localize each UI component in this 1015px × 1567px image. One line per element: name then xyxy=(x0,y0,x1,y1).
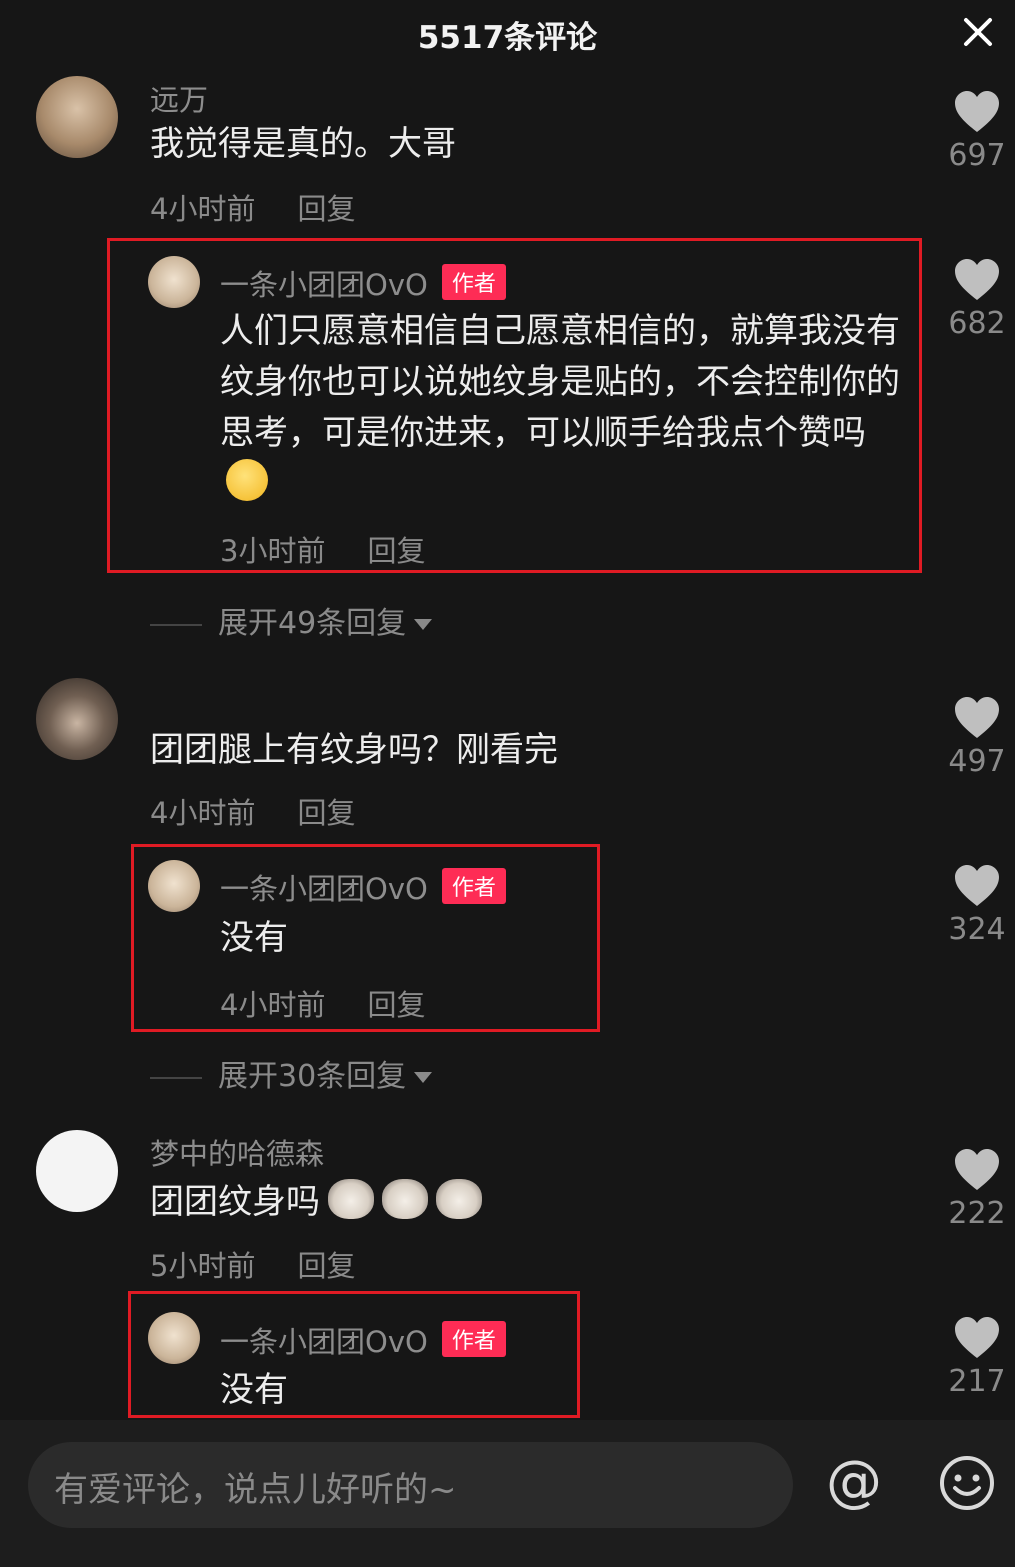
comment-time: 4小时前 xyxy=(150,192,256,226)
heart-icon xyxy=(955,259,999,300)
like-count: 497 xyxy=(948,744,1006,779)
heart-icon xyxy=(955,91,999,132)
comment-text: 团团纹身吗 xyxy=(150,1182,320,1222)
caret-down-icon xyxy=(414,619,433,630)
expand-replies-button[interactable]: 展开30条回复 xyxy=(150,1051,433,1095)
like-count: 682 xyxy=(948,306,1006,341)
heart-icon xyxy=(955,697,999,738)
comment-username[interactable]: 梦中的哈德森 xyxy=(150,1131,324,1173)
comment-text: 团团腿上有纹身吗？刚看完 xyxy=(150,730,558,770)
reply-header: 一条小团团OvO 作者 xyxy=(220,262,506,304)
comment-meta: 4小时前 回复 xyxy=(150,186,355,228)
avatar[interactable] xyxy=(36,1130,118,1212)
close-button[interactable] xyxy=(960,14,996,50)
like-count: 324 xyxy=(948,912,1006,947)
comment-meta: 4小时前 回复 xyxy=(150,790,355,832)
reply-button[interactable]: 回复 xyxy=(367,988,425,1022)
comment-meta: 5小时前 回复 xyxy=(150,1243,355,1285)
reply-header: 一条小团团OvO 作者 xyxy=(220,866,506,908)
reply-meta: 3小时前 回复 xyxy=(220,528,425,570)
heart-icon xyxy=(955,865,999,906)
avatar[interactable] xyxy=(36,678,118,760)
like-count: 217 xyxy=(948,1364,1006,1399)
comment-input-bar: 有爱评论，说点儿好听的~ @ xyxy=(0,1420,1015,1567)
author-username[interactable]: 一条小团团OvO xyxy=(220,872,428,906)
reply-meta: 4小时前 回复 xyxy=(220,982,425,1024)
author-avatar[interactable] xyxy=(148,860,200,912)
reply-button[interactable]: 回复 xyxy=(297,192,355,226)
comment-text: 我觉得是真的。大哥 xyxy=(150,124,456,164)
like-count: 222 xyxy=(948,1196,1006,1231)
comment-username[interactable]: 远万 xyxy=(150,77,208,119)
emoji-button[interactable] xyxy=(938,1454,996,1512)
like-button[interactable]: 217 xyxy=(942,1316,1012,1399)
close-icon xyxy=(964,18,992,46)
expand-replies-label: 展开49条回复 xyxy=(218,606,407,641)
like-button[interactable]: 682 xyxy=(942,258,1012,341)
expand-replies-button[interactable]: 展开49条回复 xyxy=(150,598,433,642)
like-button[interactable]: 697 xyxy=(942,90,1012,173)
smile-emoji-icon xyxy=(226,459,268,501)
cat-emoji-icon xyxy=(382,1179,428,1219)
reply-time: 3小时前 xyxy=(220,534,326,568)
cat-emoji-icon xyxy=(436,1179,482,1219)
cat-emoji-icon xyxy=(328,1179,374,1219)
reply-button[interactable]: 回复 xyxy=(297,1249,355,1283)
reply-text: 人们只愿意相信自己愿意相信的，就算我没有纹身你也可以说她纹身是贴的，不会控制你的… xyxy=(220,311,900,453)
comment-input-placeholder: 有爱评论，说点儿好听的~ xyxy=(54,1470,457,1510)
divider-line xyxy=(150,623,202,626)
heart-icon xyxy=(955,1317,999,1358)
reply-text: 没有 xyxy=(220,918,288,958)
at-icon: @ xyxy=(826,1449,882,1514)
comment-time: 4小时前 xyxy=(150,796,256,830)
like-button[interactable]: 324 xyxy=(942,864,1012,947)
mention-button[interactable]: @ xyxy=(826,1452,882,1512)
heart-icon xyxy=(955,1149,999,1190)
reply-header: 一条小团团OvO 作者 xyxy=(220,1319,506,1361)
like-button[interactable]: 222 xyxy=(942,1148,1012,1231)
caret-down-icon xyxy=(414,1072,433,1083)
comment-panel: 5517条评论 远万 我觉得是真的。大哥 4小时前 回复 697 一条小团团OvO… xyxy=(0,0,1015,1567)
author-username[interactable]: 一条小团团OvO xyxy=(220,268,428,302)
like-count: 697 xyxy=(948,138,1006,173)
author-badge: 作者 xyxy=(441,868,506,904)
reply-button[interactable]: 回复 xyxy=(297,796,355,830)
reply-button[interactable]: 回复 xyxy=(367,534,425,568)
reply-time: 4小时前 xyxy=(220,988,326,1022)
expand-replies-label: 展开30条回复 xyxy=(218,1059,407,1094)
avatar[interactable] xyxy=(36,76,118,158)
comment-text-block: 团团纹身吗 xyxy=(150,1176,482,1228)
reply-text: 没有 xyxy=(220,1370,288,1410)
divider-line xyxy=(150,1076,202,1079)
comment-time: 5小时前 xyxy=(150,1249,256,1283)
comment-input[interactable]: 有爱评论，说点儿好听的~ xyxy=(28,1442,793,1528)
like-button[interactable]: 497 xyxy=(942,696,1012,779)
reply-text-block: 人们只愿意相信自己愿意相信的，就算我没有纹身你也可以说她纹身是贴的，不会控制你的… xyxy=(220,306,905,510)
author-avatar[interactable] xyxy=(148,1312,200,1364)
author-badge: 作者 xyxy=(441,1321,506,1357)
author-username[interactable]: 一条小团团OvO xyxy=(220,1325,428,1359)
comment-count-title: 5517条评论 xyxy=(417,20,598,56)
author-badge: 作者 xyxy=(441,264,506,300)
emoji-icon xyxy=(940,1456,994,1510)
author-avatar[interactable] xyxy=(148,256,200,308)
